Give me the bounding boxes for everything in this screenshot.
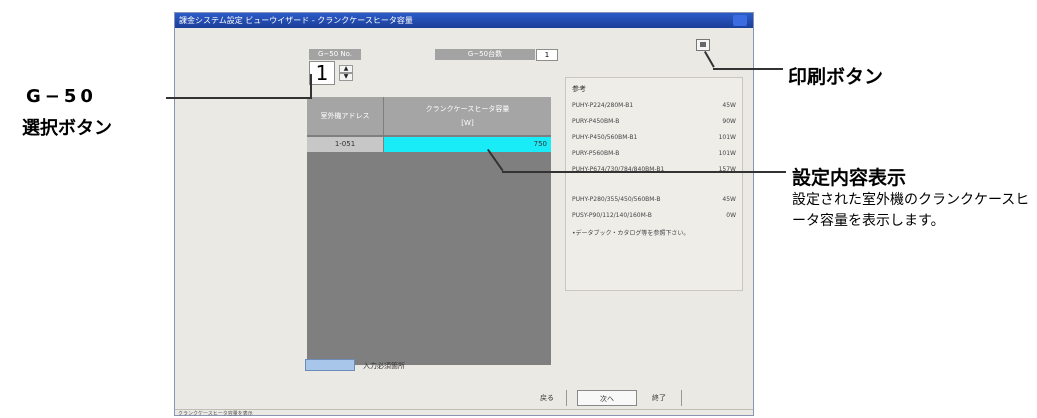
column-header-address: 室外機アドレス [307,97,383,135]
reference-row: PUHY-P280/355/450/560BM-B 45W [572,196,736,203]
reference-value: 101W [718,134,736,141]
callout-line-display [502,171,786,173]
reference-model: PUHY-P224/280M-B1 [572,102,634,109]
reference-value: 90W [722,118,736,125]
reference-model: PUHY-P450/560BM-B1 [572,134,638,141]
callout-display-description: 設定された室外機のクランクケースヒータ容量を表示します。 [792,192,1030,229]
column-header-capacity-label: クランクケースヒータ容量 [425,105,510,113]
reference-value: 101W [718,150,736,157]
reference-value: 0W [726,212,736,219]
reference-row: PUHY-P450/560BM-B1 101W [572,134,736,141]
reference-row: PURY-P450BM-B 90W [572,118,736,125]
reference-row: PUSY-P90/112/140/160M-B 0W [572,212,736,219]
g50-spin-button[interactable]: ▲ ▼ [339,65,353,81]
g50-number-input[interactable]: 1 [309,61,335,85]
back-button[interactable]: 戻る [528,390,567,406]
window-title: 課金システム設定 ビューウイザード - クランクケースヒータ容量 [175,13,753,28]
callout-line-g50-vertical [310,74,312,99]
end-button[interactable]: 終了 [637,390,682,406]
legend-swatch [305,359,355,371]
reference-note: •データブック・カタログ等を参照下さい。 [572,230,690,237]
column-header-capacity: クランクケースヒータ容量 [W] [384,97,551,135]
table-cell-capacity[interactable]: 750 [384,137,551,152]
callout-display-title: 設定内容表示 [792,167,907,189]
next-button[interactable]: 次へ [577,390,637,406]
column-header-capacity-unit: [W] [461,119,474,127]
reference-model: PURY-P560BM-B [572,150,620,157]
reference-model: PURY-P450BM-B [572,118,620,125]
callout-g50-select-button: 選択ボタン [22,118,112,139]
app-window: 課金システム設定 ビューウイザード - クランクケースヒータ容量 G−50 No… [174,12,754,417]
heater-capacity-table: 室外機アドレス クランクケースヒータ容量 [W] 1-051 750 [307,97,551,365]
reference-row: PURY-P560BM-B 101W [572,150,736,157]
g50-count-label: G−50台数 [435,49,535,60]
legend-label: 入力必須箇所 [363,362,405,370]
reference-model: PUSY-P90/112/140/160M-B [572,212,652,219]
callout-g50-title: G−50 [26,86,97,107]
printer-icon[interactable] [696,39,710,51]
g50-no-label: G−50 No. [309,49,361,60]
reference-title: 参考 [572,85,586,93]
g50-count-value: 1 [536,49,558,61]
window-control-button[interactable] [733,15,747,26]
reference-value: 45W [722,102,736,109]
callout-line-g50 [166,97,312,99]
spin-down-icon[interactable]: ▼ [339,73,353,81]
reference-panel: 参考 PUHY-P224/280M-B1 45W PURY-P450BM-B 90W… [565,77,743,291]
spin-up-icon[interactable]: ▲ [339,65,353,73]
reference-row: PUHY-P224/280M-B1 45W [572,102,736,109]
reference-value: 45W [722,196,736,203]
reference-model: PUHY-P280/355/450/560BM-B [572,196,661,203]
table-cell-address: 1-051 [307,137,383,152]
callout-print-button: 印刷ボタン [788,66,884,88]
callout-line-print [713,68,783,70]
